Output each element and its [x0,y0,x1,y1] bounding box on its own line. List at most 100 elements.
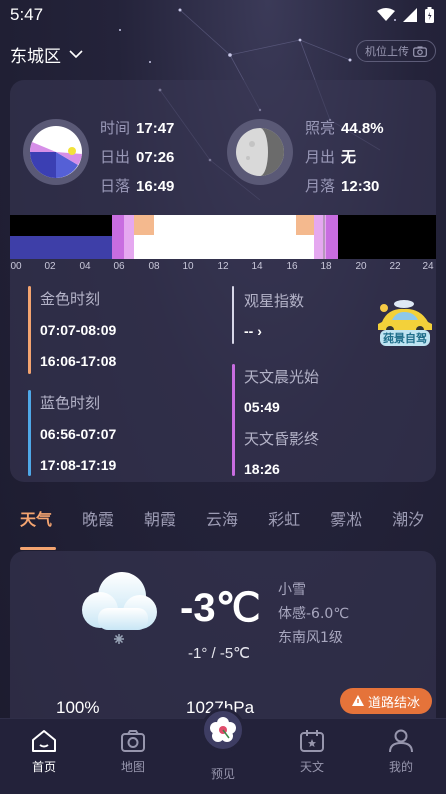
hour-label: 14 [251,261,263,272]
home-icon [32,730,56,752]
hour-label: 12 [217,261,229,272]
sunrise-label: 日出 [100,148,131,166]
nav-forecast-label: 预见 [210,767,235,781]
blue-hour-section: 蓝色时刻 06:56-07:07 17:08-17:19 [40,392,116,473]
timeline-hour-labels: 00 02 04 06 08 10 12 14 16 18 20 22 24 [10,261,436,275]
user-icon [389,729,413,753]
astro-dawn-value: 05:49 [244,399,280,415]
moonset-row: 月落 12:30 [305,175,384,196]
sun-time-label: 时间 [100,119,131,137]
calendar-icon [300,730,324,752]
camera-icon [121,730,145,752]
tab-sea-of-clouds[interactable]: 云海 [186,500,248,540]
upload-spot-button[interactable]: 机位上传 [356,40,436,62]
tab-sunrise-glow[interactable]: 朝霞 [124,500,186,540]
hour-label: 02 [44,261,56,272]
astro-bar [232,364,235,476]
blue-hour-morning: 06:56-07:07 [40,426,117,442]
golden-hour-evening: 16:06-17:08 [40,353,117,369]
viewing-index-title: 观星指数 [244,292,305,310]
nav-home-label: 首页 [31,760,56,774]
warning-icon [352,695,364,706]
nav-astronomy[interactable]: 天文 [282,729,342,775]
nav-profile[interactable]: 我的 [371,729,431,775]
active-tab-indicator [20,547,56,550]
hour-label: 06 [113,261,125,272]
road-ice-alert-label: 道路结冰 [368,695,421,711]
sun-position-dial [23,119,89,185]
current-temperature: -3℃ [180,586,261,630]
sun-info: 时间 17:47 日出 07:26 日落 16:49 [100,117,174,196]
illumination-label: 照亮 [305,119,336,137]
flower-icon [210,717,236,742]
golden-hour-bar [28,286,31,374]
tab-sunset-glow[interactable]: 晚霞 [62,500,124,540]
hour-label: 00 [10,261,22,272]
tab-weather[interactable]: 天气 [0,500,62,540]
viewing-index-value: -- › [244,323,262,339]
astro-dusk-title: 天文昏影终 [244,430,320,448]
hour-label: 18 [320,261,332,272]
daylight-timeline [10,215,436,259]
sunset-label: 日落 [100,177,131,195]
camera-icon [413,45,427,57]
moonrise-value: 无 [341,149,357,166]
tab-rainbow[interactable]: 彩虹 [248,500,310,540]
temperature-range: -1° / -5℃ [188,645,251,662]
nav-map[interactable]: 地图 [103,729,163,775]
hour-label: 24 [422,261,434,272]
sun-time-value: 17:47 [136,120,175,137]
tab-tide[interactable]: 潮汐 [372,500,434,540]
golden-hour-morning: 07:07-08:09 [40,322,117,338]
hour-label: 20 [355,261,367,272]
hour-label: 10 [182,261,194,272]
viewing-index-section[interactable]: 观星指数 -- › [244,290,304,339]
blue-hour-evening: 17:08-17:19 [40,457,117,473]
weather-condition: 小雪 [278,582,306,598]
moonset-value: 12:30 [341,178,380,195]
astro-dawn-title: 天文晨光始 [244,368,320,386]
road-trip-badge-text: 莼景自驾 [380,330,430,346]
astro-dusk-value: 18:26 [244,461,280,477]
hour-label: 16 [286,261,298,272]
chevron-down-icon [69,50,83,59]
viewing-index-bar [232,286,234,344]
moonrise-label: 月出 [305,148,336,166]
nav-forecast[interactable]: 预见 [193,763,253,782]
road-trip-badge[interactable]: 莼景自驾 [374,298,436,348]
moonrise-row: 月出无 [305,146,384,167]
illumination-value: 44.8% [341,120,384,137]
wind: 东南风1级 [278,630,343,646]
feels-like: 体感-6.0℃ [278,606,350,622]
illumination-row: 照亮 44.8% [305,117,384,138]
sunset-value: 16:49 [136,178,175,195]
location-selector[interactable]: 东城区 [10,42,83,67]
golden-hour-section: 金色时刻 07:07-08:09 16:06-17:08 [40,288,116,369]
sunset-row: 日落 16:49 [100,175,174,196]
moon-info: 照亮 44.8% 月出无 月落 12:30 [305,117,384,196]
forecast-tabs: 天气 晚霞 朝霞 云海 彩虹 雾凇 潮汐 极光 [0,500,446,540]
astro-dusk-section: 天文昏影终 18:26 [244,428,319,477]
nav-forecast-button[interactable] [201,708,245,752]
nav-profile-label: 我的 [388,760,413,774]
snow-cloud-icon [82,572,157,644]
tab-rime[interactable]: 雾凇 [310,500,372,540]
road-ice-alert[interactable]: 道路结冰 [340,688,433,714]
location-label: 东城区 [10,47,61,67]
hour-label: 04 [79,261,91,272]
upload-spot-label: 机位上传 [365,45,409,58]
moonset-label: 月落 [305,177,336,195]
blue-hour-title: 蓝色时刻 [40,394,101,412]
golden-hour-title: 金色时刻 [40,290,101,308]
nav-home[interactable]: 首页 [14,729,74,775]
moon-phase-dial [227,119,293,185]
hour-label: 22 [389,261,401,272]
sun-time-row: 时间 17:47 [100,117,174,138]
weather-description: 小雪 体感-6.0℃ 东南风1级 [278,578,349,650]
nav-astronomy-label: 天文 [299,760,324,774]
sunrise-row: 日出 07:26 [100,146,174,167]
humidity-stat: 100% [56,698,100,717]
nav-map-label: 地图 [120,760,145,774]
sunrise-value: 07:26 [136,149,175,166]
tab-aurora[interactable]: 极光 [434,500,446,540]
